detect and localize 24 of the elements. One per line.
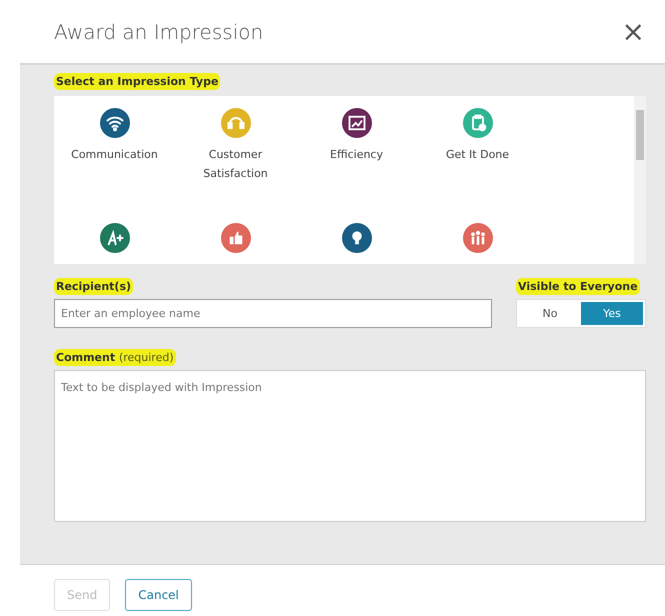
clipboard-icon[interactable] (462, 108, 492, 138)
cancel-button[interactable]: Cancel (125, 579, 192, 611)
impression-label: Customer (208, 147, 262, 163)
impression-label: Get It Done (446, 147, 510, 163)
thumbs-up-icon[interactable] (220, 223, 250, 253)
recipient-field[interactable]: Enter an employee name (54, 299, 492, 328)
headset-icon[interactable] (220, 108, 250, 138)
field-label: Recipient(s) (54, 278, 134, 295)
people-icon[interactable] (462, 223, 492, 253)
lightbulb-icon[interactable] (342, 223, 372, 253)
dialog-title: Award an Impression (54, 20, 264, 44)
impression-label: Communication (71, 147, 158, 163)
section-label: Select an Impression Type (54, 73, 220, 90)
wifi-icon[interactable] (100, 108, 130, 138)
grade-icon[interactable] (100, 223, 130, 253)
comment-field[interactable]: Text to be displayed with Impression (54, 370, 646, 522)
chart-icon[interactable] (342, 108, 372, 138)
close-button[interactable]: × (622, 18, 645, 46)
impression-label: Efficiency (330, 147, 383, 163)
scrollbar[interactable] (634, 96, 646, 264)
field-label: Comment (required) (54, 349, 176, 366)
toggle-option[interactable]: Yes (581, 302, 643, 325)
field-label: Visible to Everyone (516, 278, 640, 295)
impression-label: Satisfaction (203, 166, 268, 182)
